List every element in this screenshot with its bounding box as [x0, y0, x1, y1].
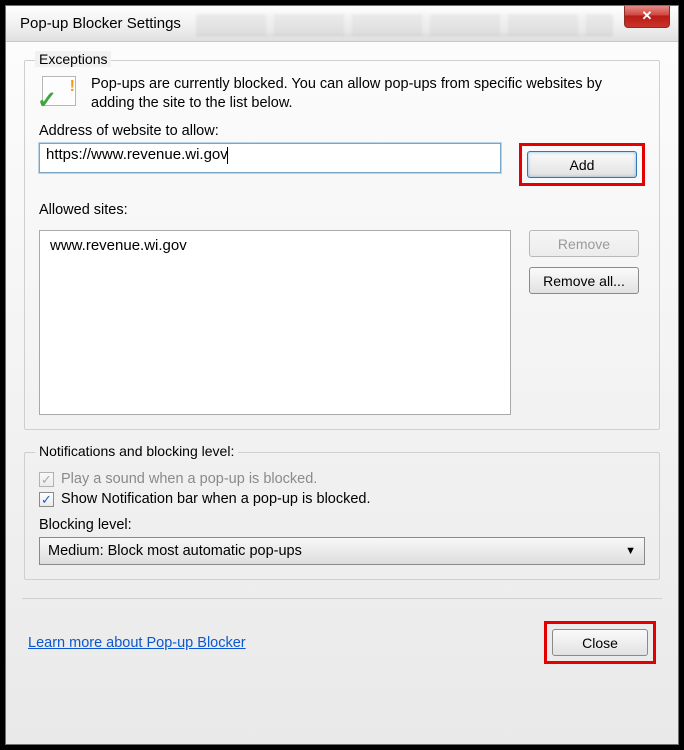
play-sound-label: Play a sound when a pop-up is blocked.	[61, 471, 317, 487]
close-button-highlight: Close	[544, 621, 656, 664]
remove-all-button[interactable]: Remove all...	[529, 267, 639, 294]
show-notification-bar-checkbox[interactable]	[39, 492, 54, 507]
exceptions-legend: Exceptions	[35, 51, 111, 67]
blocking-level-label: Blocking level:	[39, 517, 645, 533]
learn-more-link[interactable]: Learn more about Pop-up Blocker	[28, 635, 246, 651]
remove-button[interactable]: Remove	[529, 230, 639, 257]
separator	[22, 598, 662, 599]
chevron-down-icon: ▼	[625, 545, 636, 557]
exceptions-group: Exceptions ! ✓ Pop-ups are currently blo…	[24, 60, 660, 430]
add-button-highlight: Add	[519, 143, 645, 186]
window-title: Pop-up Blocker Settings	[20, 15, 181, 32]
address-label: Address of website to allow:	[39, 123, 645, 139]
notifications-group: Notifications and blocking level: Play a…	[24, 452, 660, 580]
allowed-sites-list[interactable]: www.revenue.wi.gov	[39, 230, 511, 415]
popup-allowed-icon: ! ✓	[39, 75, 79, 113]
exceptions-description: Pop-ups are currently blocked. You can a…	[91, 75, 645, 113]
play-sound-checkbox	[39, 472, 54, 487]
add-button[interactable]: Add	[527, 151, 637, 178]
blocking-level-value: Medium: Block most automatic pop-ups	[48, 543, 302, 559]
notifications-legend: Notifications and blocking level:	[35, 443, 238, 459]
window-close-button[interactable]: ✕	[624, 6, 670, 28]
close-button[interactable]: Close	[552, 629, 648, 656]
close-icon: ✕	[642, 8, 653, 24]
dialog-content: Exceptions ! ✓ Pop-ups are currently blo…	[6, 42, 678, 678]
background-tabs-blur	[196, 14, 613, 36]
list-item[interactable]: www.revenue.wi.gov	[50, 237, 500, 254]
allowed-sites-label: Allowed sites:	[39, 202, 645, 218]
popup-blocker-settings-dialog: Pop-up Blocker Settings ✕ Exceptions ! ✓…	[5, 5, 679, 745]
address-input[interactable]: https://www.revenue.wi.gov	[39, 143, 501, 173]
blocking-level-dropdown[interactable]: Medium: Block most automatic pop-ups ▼	[39, 537, 645, 565]
text-caret	[227, 147, 228, 164]
show-notification-bar-label: Show Notification bar when a pop-up is b…	[61, 491, 371, 507]
